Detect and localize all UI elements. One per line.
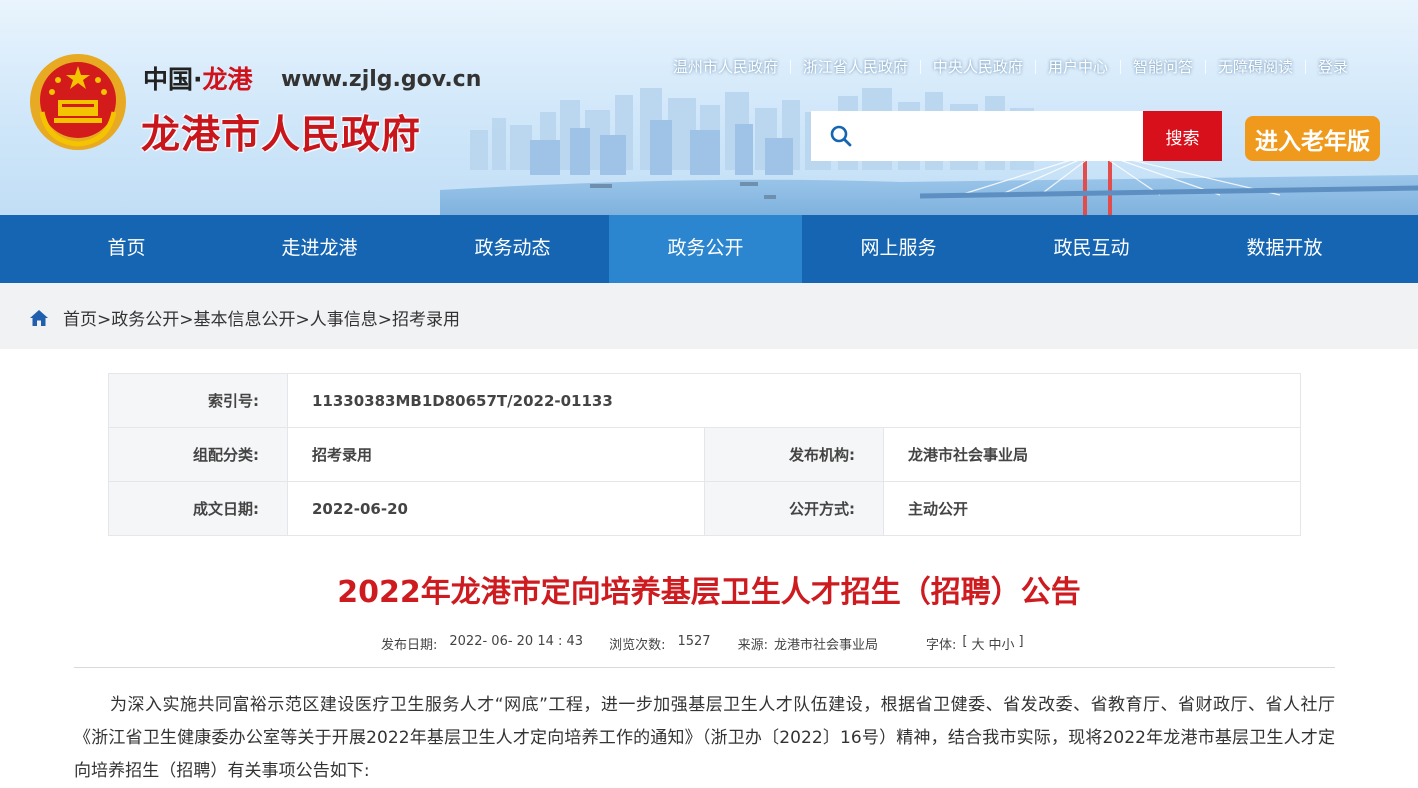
font-size-bracket-open: [ <box>962 634 968 649</box>
font-size-medium[interactable]: 中 <box>988 634 1001 653</box>
top-links: 温州市人民政府 浙江省人民政府 中央人民政府 用户中心 智能问答 无障碍阅读 登… <box>661 56 1360 77</box>
top-link-wenzhou[interactable]: 温州市人民政府 <box>661 56 790 77</box>
site-url: www.zjlg.gov.cn <box>281 67 482 92</box>
breadcrumb-bar: 首页> 政务公开> 基本信息公开> 人事信息> 招考录用 <box>0 283 1418 349</box>
publish-date-label: 发布日期: <box>381 638 438 653</box>
index-value: 11330383MB1D80657T/2022-01133 <box>287 373 1301 428</box>
breadcrumb-gov-open[interactable]: 政务公开> <box>111 305 193 330</box>
divider <box>74 667 1335 668</box>
article-title: 2022年龙港市定向培养基层卫生人才招生（招聘）公告 <box>337 575 1081 610</box>
views-label: 浏览次数: <box>609 638 666 653</box>
site-header: 中国·龙港 www.zjlg.gov.cn 龙港市人民政府 温州市人民政府 浙江… <box>0 0 1418 215</box>
site-country-line: 中国·龙港 <box>143 60 253 96</box>
source-label: 来源: <box>737 638 768 653</box>
font-size-large[interactable]: 大 <box>971 634 984 653</box>
search-button[interactable]: 搜索 <box>1143 111 1222 161</box>
font-size-small[interactable]: 小 <box>1001 634 1014 653</box>
top-link-user-center[interactable]: 用户中心 <box>1036 56 1120 77</box>
site-prefix-red: 龙港 <box>202 65 253 94</box>
table-row: 成文日期: 2022-06-20 公开方式: 主动公开 <box>108 481 1301 536</box>
national-emblem-icon <box>30 54 126 150</box>
open-method-value: 主动公开 <box>883 481 1301 536</box>
publisher-label: 发布机构: <box>704 427 884 482</box>
home-icon <box>30 309 48 326</box>
breadcrumb-personnel[interactable]: 人事信息> <box>310 305 392 330</box>
top-link-central-gov[interactable]: 中央人民政府 <box>921 56 1035 77</box>
top-link-smart-qa[interactable]: 智能问答 <box>1121 56 1205 77</box>
search-input[interactable] <box>865 119 1139 155</box>
font-size-bracket-close: ] <box>1018 634 1024 649</box>
publish-date-value: 2022- 06- 20 14 : 43 <box>449 634 584 649</box>
top-link-login[interactable]: 登录 <box>1306 56 1360 77</box>
nav-item-about[interactable]: 走进龙港 <box>223 215 416 283</box>
top-link-zhejiang[interactable]: 浙江省人民政府 <box>791 56 920 77</box>
article-paragraph: 为深入实施共同富裕示范区建设医疗卫生服务人才“网底”工程，进一步加强基层卫生人才… <box>74 695 1335 781</box>
breadcrumb: 首页> 政务公开> 基本信息公开> 人事信息> 招考录用 <box>29 305 460 330</box>
table-row: 组配分类: 招考录用 发布机构: 龙港市社会事业局 <box>108 427 1301 482</box>
breadcrumb-basic-info[interactable]: 基本信息公开> <box>194 305 310 330</box>
search-icon <box>830 125 852 147</box>
site-prefix: 中国· <box>143 65 203 94</box>
font-size-label: 字体: <box>925 638 957 653</box>
category-label: 组配分类: <box>108 427 288 482</box>
nav-item-home[interactable]: 首页 <box>30 215 223 283</box>
breadcrumb-home[interactable]: 首页> <box>63 305 111 330</box>
main-nav: 首页 走进龙港 政务动态 政务公开 网上服务 政民互动 数据开放 <box>0 215 1418 283</box>
nav-item-interaction[interactable]: 政民互动 <box>995 215 1188 283</box>
publisher-value: 龙港市社会事业局 <box>883 427 1301 482</box>
breadcrumb-recruitment[interactable]: 招考录用 <box>392 305 460 330</box>
nav-item-open-data[interactable]: 数据开放 <box>1188 215 1381 283</box>
nav-item-online-service[interactable]: 网上服务 <box>802 215 995 283</box>
open-method-label: 公开方式: <box>704 481 884 536</box>
top-link-accessibility[interactable]: 无障碍阅读 <box>1206 56 1305 77</box>
nav-item-news[interactable]: 政务动态 <box>416 215 609 283</box>
document-info-table: 索引号: 11330383MB1D80657T/2022-01133 组配分类:… <box>108 373 1301 536</box>
nav-item-gov-open[interactable]: 政务公开 <box>609 215 802 283</box>
table-row: 索引号: 11330383MB1D80657T/2022-01133 <box>108 373 1301 428</box>
source-value: 龙港市社会事业局 <box>773 638 878 653</box>
index-label: 索引号: <box>108 373 288 428</box>
views-value: 1527 <box>677 634 711 649</box>
category-value: 招考录用 <box>287 427 705 482</box>
site-title: 龙港市人民政府 <box>141 113 422 158</box>
date-value: 2022-06-20 <box>287 481 705 536</box>
date-label: 成文日期: <box>108 481 288 536</box>
article-meta: 发布日期: 2022- 06- 20 14 : 43 浏览次数: 1527 来源… <box>381 634 1024 653</box>
search-box <box>811 111 1144 161</box>
elder-version-button[interactable]: 进入老年版 <box>1245 116 1380 161</box>
